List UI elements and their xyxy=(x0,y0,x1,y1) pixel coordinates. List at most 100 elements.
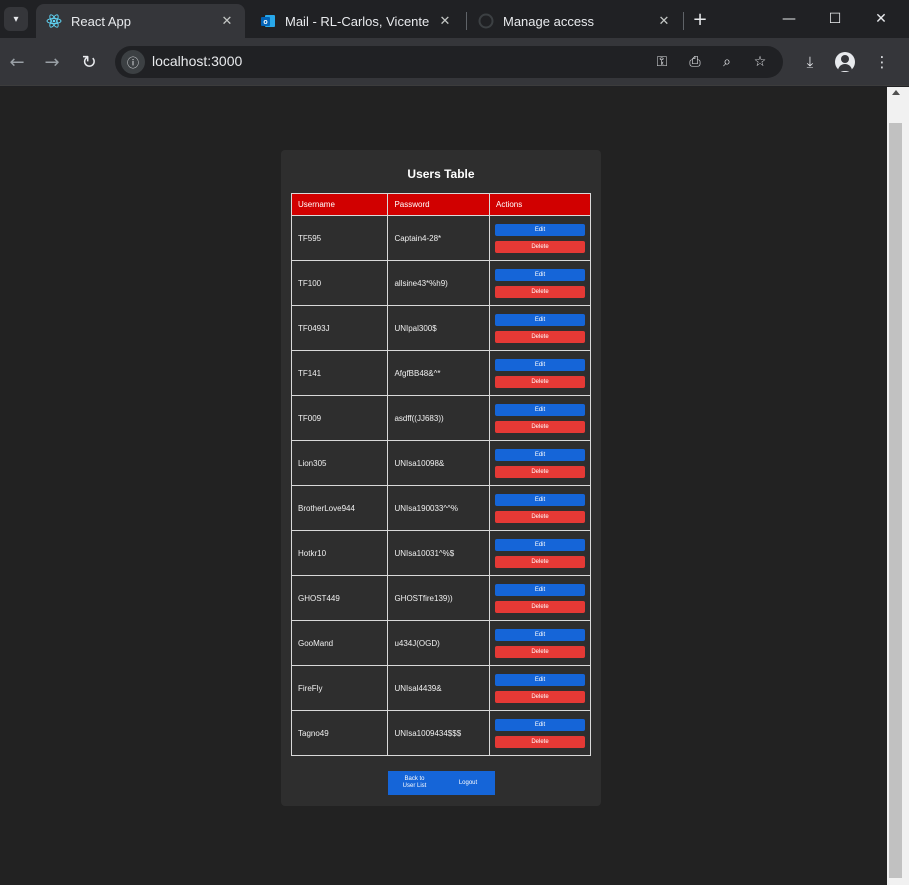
password-cell: UNIpal300$ xyxy=(387,305,490,351)
scroll-up-arrow-icon[interactable] xyxy=(892,90,900,95)
username-cell: Hotkr10 xyxy=(290,530,389,576)
key-icon[interactable]: ⚿ xyxy=(652,52,672,72)
delete-button[interactable]: Delete xyxy=(495,240,585,253)
actions-cell: Edit Delete xyxy=(489,530,591,576)
more-menu-icon[interactable]: ⋮ xyxy=(870,50,894,74)
delete-button[interactable]: Delete xyxy=(495,735,585,748)
reload-button[interactable]: ↻ xyxy=(77,50,101,74)
bookmark-star-icon[interactable]: ☆ xyxy=(750,52,770,72)
password-cell: allsine43*%h9) xyxy=(387,260,490,306)
delete-button[interactable]: Delete xyxy=(495,645,585,658)
tab-separator xyxy=(466,12,467,30)
column-header-password: Password xyxy=(387,193,490,216)
table-header-row: Username Password Actions xyxy=(290,193,591,216)
minimize-button[interactable]: — xyxy=(766,0,812,38)
install-app-icon[interactable]: ⎙ xyxy=(685,52,705,72)
close-icon[interactable]: ✕ xyxy=(219,13,235,29)
edit-button[interactable]: Edit xyxy=(495,583,585,596)
edit-button[interactable]: Edit xyxy=(495,493,585,506)
table-row: Tagno49 UNIsa1009434$$$ Edit Delete xyxy=(290,710,591,756)
url-text[interactable]: localhost:3000 xyxy=(152,53,242,69)
actions-cell: Edit Delete xyxy=(489,215,591,261)
back-button-label-line1: Back to xyxy=(404,776,425,782)
table-row: TF595 Captain4-28* Edit Delete xyxy=(290,215,591,261)
actions-cell: Edit Delete xyxy=(489,350,591,396)
users-table: Username Password Actions TF595 Captain4-… xyxy=(290,193,591,756)
site-info-icon[interactable]: ⓘ xyxy=(121,50,145,74)
page-scrollbar[interactable] xyxy=(887,87,909,885)
svg-text:o: o xyxy=(263,19,267,26)
edit-button[interactable]: Edit xyxy=(495,718,585,731)
delete-button[interactable]: Delete xyxy=(495,330,585,343)
profile-avatar-icon[interactable] xyxy=(835,52,855,72)
actions-cell: Edit Delete xyxy=(489,575,591,621)
tab-search-button[interactable]: ▾ xyxy=(4,7,28,31)
edit-button[interactable]: Edit xyxy=(495,673,585,686)
tab-manage-access[interactable]: Manage access ✕ xyxy=(468,4,682,38)
actions-cell: Edit Delete xyxy=(489,395,591,441)
username-cell: TF009 xyxy=(290,395,389,441)
edit-button[interactable]: Edit xyxy=(495,448,585,461)
password-cell: UNIsa1009434$$$ xyxy=(387,710,490,756)
password-cell: UNIsa10098& xyxy=(387,440,490,486)
logout-button[interactable]: Logout xyxy=(441,771,495,795)
delete-button[interactable]: Delete xyxy=(495,465,585,478)
react-icon xyxy=(46,14,62,28)
edit-button[interactable]: Edit xyxy=(495,628,585,641)
edit-button[interactable]: Edit xyxy=(495,268,585,281)
delete-button[interactable]: Delete xyxy=(495,510,585,523)
tab-mail[interactable]: o Mail - RL-Carlos, Vicente (R ✕ xyxy=(250,4,463,38)
edit-button[interactable]: Edit xyxy=(495,403,585,416)
actions-cell: Edit Delete xyxy=(489,665,591,711)
back-button-label-line2: User List xyxy=(402,783,427,789)
tab-react-app[interactable]: React App ✕ xyxy=(36,4,245,38)
password-cell: Captain4-28* xyxy=(387,215,490,261)
table-row: TF100 allsine43*%h9) Edit Delete xyxy=(290,260,591,306)
edit-button[interactable]: Edit xyxy=(495,223,585,236)
username-cell: Lion305 xyxy=(290,440,389,486)
table-row: GooMand u434J(OGD) Edit Delete xyxy=(290,620,591,666)
close-icon[interactable]: ✕ xyxy=(656,13,672,29)
maximize-button[interactable]: ☐ xyxy=(812,0,858,38)
password-cell: AfgfBB48&^* xyxy=(387,350,490,396)
table-row: BrotherLove944 UNIsa190033^^% Edit Delete xyxy=(290,485,591,531)
new-tab-button[interactable]: + xyxy=(689,8,711,30)
username-cell: BrotherLove944 xyxy=(290,485,389,531)
browser-toolbar: ← → ↻ ⓘ localhost:3000 ⚿ ⎙ ⌕ ☆ ⤓ ⋮ xyxy=(0,38,909,86)
tab-title: Mail - RL-Carlos, Vicente (R xyxy=(285,13,431,29)
arrow-left-icon: ← xyxy=(9,51,25,73)
back-to-user-list-button[interactable]: Back to User List xyxy=(388,771,441,795)
edit-button[interactable]: Edit xyxy=(495,358,585,371)
actions-cell: Edit Delete xyxy=(489,260,591,306)
table-row: TF009 asdff((JJ683)) Edit Delete xyxy=(290,395,591,441)
actions-cell: Edit Delete xyxy=(489,620,591,666)
footer-buttons: Back to User List Logout xyxy=(388,771,495,795)
table-row: Lion305 UNIsa10098& Edit Delete xyxy=(290,440,591,486)
delete-button[interactable]: Delete xyxy=(495,420,585,433)
arrow-right-icon: → xyxy=(44,51,60,73)
actions-cell: Edit Delete xyxy=(489,305,591,351)
delete-button[interactable]: Delete xyxy=(495,285,585,298)
forward-button[interactable]: → xyxy=(40,50,64,74)
scroll-thumb[interactable] xyxy=(889,123,902,878)
delete-button[interactable]: Delete xyxy=(495,600,585,613)
username-cell: TF100 xyxy=(290,260,389,306)
tab-title: Manage access xyxy=(503,13,595,29)
delete-button[interactable]: Delete xyxy=(495,555,585,568)
close-window-button[interactable]: ✕ xyxy=(858,0,904,38)
username-cell: GooMand xyxy=(290,620,389,666)
delete-button[interactable]: Delete xyxy=(495,690,585,703)
edit-button[interactable]: Edit xyxy=(495,313,585,326)
download-icon[interactable]: ⤓ xyxy=(798,50,822,74)
users-card: Users Table Username Password Actions TF… xyxy=(281,150,601,806)
close-icon[interactable]: ✕ xyxy=(437,13,453,29)
zoom-icon[interactable]: ⌕ xyxy=(717,52,737,72)
actions-cell: Edit Delete xyxy=(489,440,591,486)
password-cell: UNIsal4439& xyxy=(387,665,490,711)
delete-button[interactable]: Delete xyxy=(495,375,585,388)
back-button[interactable]: ← xyxy=(5,50,29,74)
chevron-down-icon: ▾ xyxy=(13,13,19,25)
users-table-body: TF595 Captain4-28* Edit Delete TF100 allsine4… xyxy=(290,215,591,756)
edit-button[interactable]: Edit xyxy=(495,538,585,551)
address-bar[interactable]: ⓘ localhost:3000 ⚿ ⎙ ⌕ ☆ xyxy=(115,46,783,78)
